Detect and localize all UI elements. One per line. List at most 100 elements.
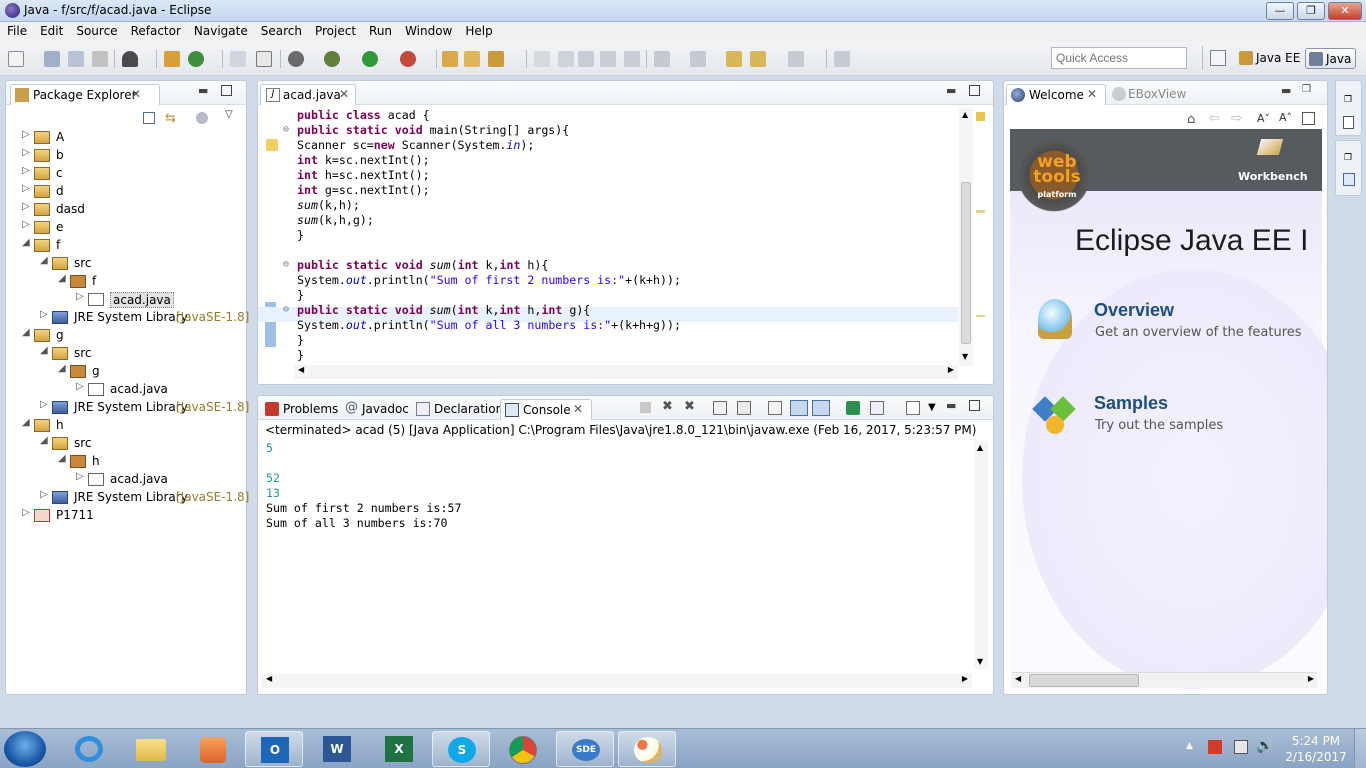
code-line[interactable]: } xyxy=(297,228,304,243)
workbench-link[interactable]: Workbench xyxy=(1238,170,1308,183)
server-icon[interactable] xyxy=(288,51,304,67)
tree-item[interactable]: ▷ e xyxy=(22,219,238,237)
show-whitespace-icon[interactable] xyxy=(600,51,616,67)
scroll-thumb[interactable] xyxy=(961,182,971,344)
collapsed-arrow-icon[interactable]: ▷ xyxy=(22,183,30,194)
clear-console-icon[interactable] xyxy=(713,401,727,415)
tab-problems[interactable]: Problems xyxy=(260,399,344,420)
expanded-arrow-icon[interactable]: ◢ xyxy=(40,255,48,266)
next-annotation-icon[interactable] xyxy=(654,51,670,67)
close-tab-icon[interactable]: ✕ xyxy=(1087,87,1097,101)
display-console-icon[interactable] xyxy=(870,401,884,415)
tab-declaration[interactable]: Declaration xyxy=(412,399,509,420)
annotation-icon[interactable] xyxy=(534,51,550,67)
nav-back-icon[interactable]: ⇦ xyxy=(1209,111,1220,126)
search-icon[interactable] xyxy=(488,51,504,67)
save-icon[interactable] xyxy=(44,51,60,67)
fold-icon[interactable]: ⊖ xyxy=(283,259,289,270)
print-icon[interactable] xyxy=(92,51,108,67)
new-server-icon[interactable] xyxy=(164,51,180,67)
tree-item[interactable]: ◢ g xyxy=(22,327,238,345)
tree-item[interactable]: ▷ A xyxy=(22,129,238,147)
code-line[interactable]: System.out.println("Sum of first 2 numbe… xyxy=(297,273,681,288)
tab-eboxview[interactable]: EBoxView xyxy=(1108,84,1192,105)
taskbar-paint[interactable] xyxy=(618,731,676,767)
code-line[interactable]: } xyxy=(297,348,304,363)
expanded-arrow-icon[interactable]: ◢ xyxy=(40,345,48,356)
open-perspective-icon[interactable] xyxy=(1210,50,1226,66)
scroll-up-icon[interactable]: ▲ xyxy=(962,110,968,119)
collapsed-arrow-icon[interactable]: ▷ xyxy=(76,291,84,302)
skip-breakpoints-icon[interactable] xyxy=(230,51,246,67)
maximize-view-icon[interactable] xyxy=(969,400,980,411)
tab-acad-java[interactable]: J acad.java ✕ xyxy=(260,84,356,105)
tree-item[interactable]: ▷ JRE System Library [JavaSE-1.8] xyxy=(40,489,249,507)
welcome-horizontal-scrollbar[interactable]: ◀ ▶ xyxy=(1012,672,1317,688)
pin-editor-icon[interactable] xyxy=(834,51,850,67)
minimize-view-icon[interactable]: ▬ xyxy=(198,84,208,97)
link-editor-icon[interactable]: ⇆ xyxy=(165,111,179,126)
debug-icon[interactable] xyxy=(324,51,340,67)
tree-item[interactable]: ▷ acad.java xyxy=(76,291,238,309)
tree-item[interactable]: ▷ acad.java xyxy=(76,381,238,399)
refresh-icon[interactable] xyxy=(188,51,204,67)
code-area[interactable]: public class acad {public static void ma… xyxy=(283,108,957,363)
code-line[interactable]: int g=sc.nextInt(); xyxy=(297,183,430,198)
minimize-editor-icon[interactable]: ▬ xyxy=(946,84,956,97)
new-java-project-icon[interactable] xyxy=(442,51,458,67)
coverage-icon[interactable] xyxy=(400,51,416,67)
tab-javadoc[interactable]: @ Javadoc xyxy=(342,399,415,420)
collapsed-arrow-icon[interactable]: ▷ xyxy=(22,129,30,140)
collapsed-arrow-icon[interactable]: ▷ xyxy=(22,219,30,230)
run-icon[interactable] xyxy=(362,51,378,67)
fold-icon[interactable]: ⊖ xyxy=(283,124,289,135)
menu-edit[interactable]: Edit xyxy=(33,22,69,38)
tree-item[interactable]: ◢ src xyxy=(40,255,238,273)
back-icon[interactable] xyxy=(750,51,766,67)
taskbar-outlook[interactable]: O xyxy=(245,731,303,767)
taskbar-excel[interactable]: X xyxy=(370,731,428,767)
collapsed-arrow-icon[interactable]: ▷ xyxy=(22,147,30,158)
enlarge-font-icon[interactable]: A˄ xyxy=(1279,111,1292,124)
restore-icon[interactable]: ❐ xyxy=(1344,95,1352,105)
maximize-view-icon[interactable] xyxy=(221,85,232,96)
terminal-icon[interactable] xyxy=(256,51,272,67)
code-line[interactable]: sum(k,h,g); xyxy=(297,213,374,228)
prev-annotation-icon[interactable] xyxy=(690,51,706,67)
menu-help[interactable]: Help xyxy=(458,22,498,38)
customize-page-icon[interactable] xyxy=(1302,112,1315,125)
collapsed-arrow-icon[interactable]: ▷ xyxy=(40,489,48,500)
vertical-scrollbar[interactable]: ▲ ▼ xyxy=(959,108,973,366)
code-line[interactable]: int h=sc.nextInt(); xyxy=(297,168,430,183)
tree-item[interactable]: ◢ f xyxy=(58,273,238,291)
minimize-button[interactable]: — xyxy=(1266,2,1294,20)
maximize-editor-icon[interactable] xyxy=(969,85,980,96)
expanded-arrow-icon[interactable]: ◢ xyxy=(58,453,66,464)
taskbar-word[interactable]: W xyxy=(308,731,366,767)
collapsed-arrow-icon[interactable]: ▷ xyxy=(40,309,48,320)
tab-console[interactable]: Console ✕ xyxy=(500,399,592,420)
pin-console-icon[interactable] xyxy=(846,401,860,415)
expanded-arrow-icon[interactable]: ◢ xyxy=(58,273,66,284)
taskbar-ie[interactable] xyxy=(60,731,118,767)
tree-item[interactable]: ◢ src xyxy=(40,345,238,363)
taskbar-explorer[interactable] xyxy=(122,731,180,767)
show-hidden-icons[interactable]: ▲ xyxy=(1186,741,1193,751)
tree-item[interactable]: ▷ b xyxy=(22,147,238,165)
save-all-icon[interactable] xyxy=(68,51,84,67)
network-icon[interactable] xyxy=(1234,740,1248,754)
fold-icon[interactable]: ⊖ xyxy=(283,304,289,315)
reduce-font-icon[interactable]: A˅ xyxy=(1257,112,1270,125)
show-stderr-icon[interactable] xyxy=(812,400,830,416)
collapse-all-icon[interactable] xyxy=(143,112,155,124)
perspective-java[interactable]: Java xyxy=(1305,48,1357,69)
forward-icon[interactable] xyxy=(788,51,804,67)
word-wrap-icon[interactable] xyxy=(768,401,782,415)
start-button[interactable] xyxy=(4,731,46,767)
network-alert-icon[interactable] xyxy=(1208,740,1222,754)
build-icon[interactable] xyxy=(122,51,138,67)
task-list-icon[interactable] xyxy=(1343,173,1355,186)
paragraph-icon[interactable] xyxy=(624,51,640,67)
scroll-thumb[interactable] xyxy=(1029,674,1139,687)
code-line[interactable]: public class acad { xyxy=(297,108,430,123)
